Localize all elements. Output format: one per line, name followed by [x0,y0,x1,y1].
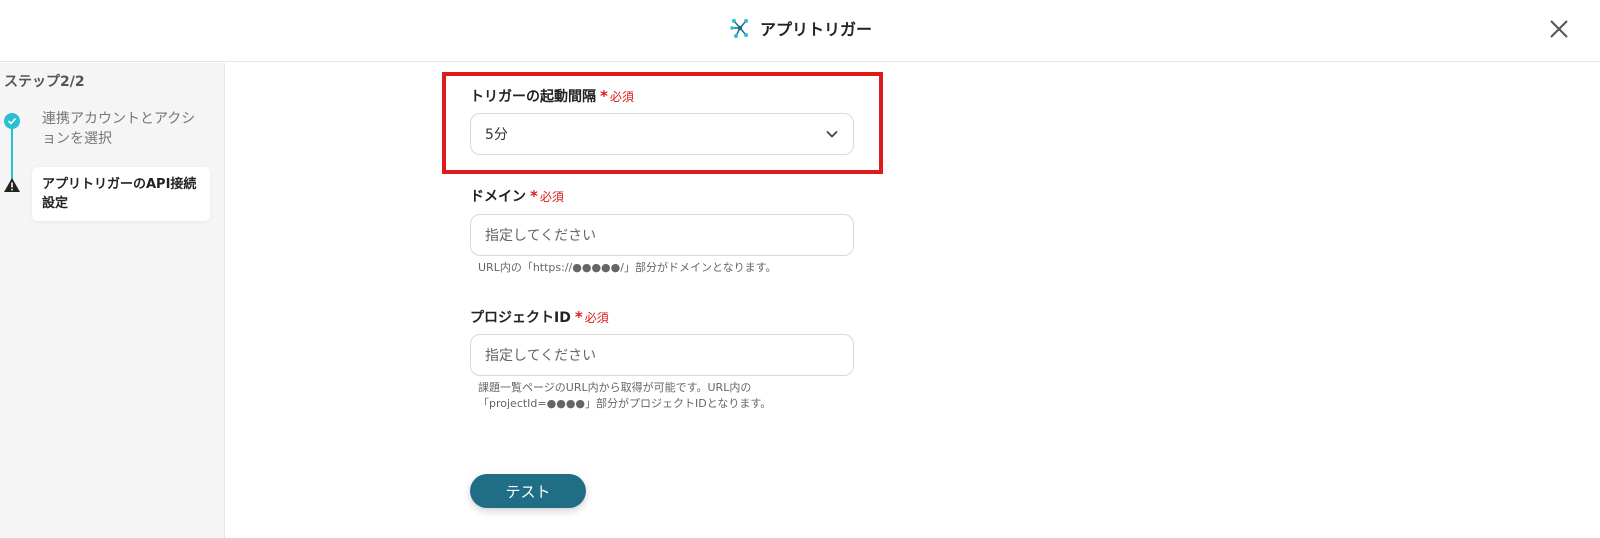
step-count: ステップ2/2 [4,74,85,90]
close-icon[interactable] [1549,19,1569,39]
required-badge: * 必須 [530,187,564,205]
sidebar-step-1[interactable]: 連携アカウントとアクションを選択 [42,109,202,149]
warning-icon [3,177,21,193]
domain-label: ドメイン * 必須 [470,187,564,205]
check-icon [4,113,20,129]
required-badge: * 必須 [574,308,609,326]
close-button[interactable] [1544,14,1574,44]
header: アプリトリガー [0,0,1600,62]
domain-input[interactable]: 指定してください [470,214,854,256]
step-connector [11,123,13,185]
header-title: アプリトリガー [0,14,1600,42]
test-button[interactable]: テスト [470,474,586,508]
trigger-interval-label: トリガーの起動間隔 * 必須 [470,87,634,105]
trigger-interval-select[interactable]: 5分 [470,113,854,155]
app-trigger-icon [728,16,752,40]
domain-hint: URL内の「https://●●●●●/」部分がドメインとなります。 [478,261,777,274]
page-title: アプリトリガー [759,20,872,39]
project-id-hint: 課題一覧ページのURL内から取得が可能です。URL内の「projectId=●●… [478,381,772,410]
trigger-interval-value: 5分 [485,127,508,143]
sidebar-step-2[interactable]: アプリトリガーのAPI接続設定 [32,167,210,221]
required-badge: * 必須 [600,87,634,105]
step-sidebar: ステップ2/2 連携アカウントとアクションを選択 アプリトリガーのAPI接続設定 [0,63,225,538]
project-id-label: プロジェクトID * 必須 [470,308,609,326]
project-id-input[interactable]: 指定してください [470,334,854,376]
chevron-down-icon [826,130,838,138]
